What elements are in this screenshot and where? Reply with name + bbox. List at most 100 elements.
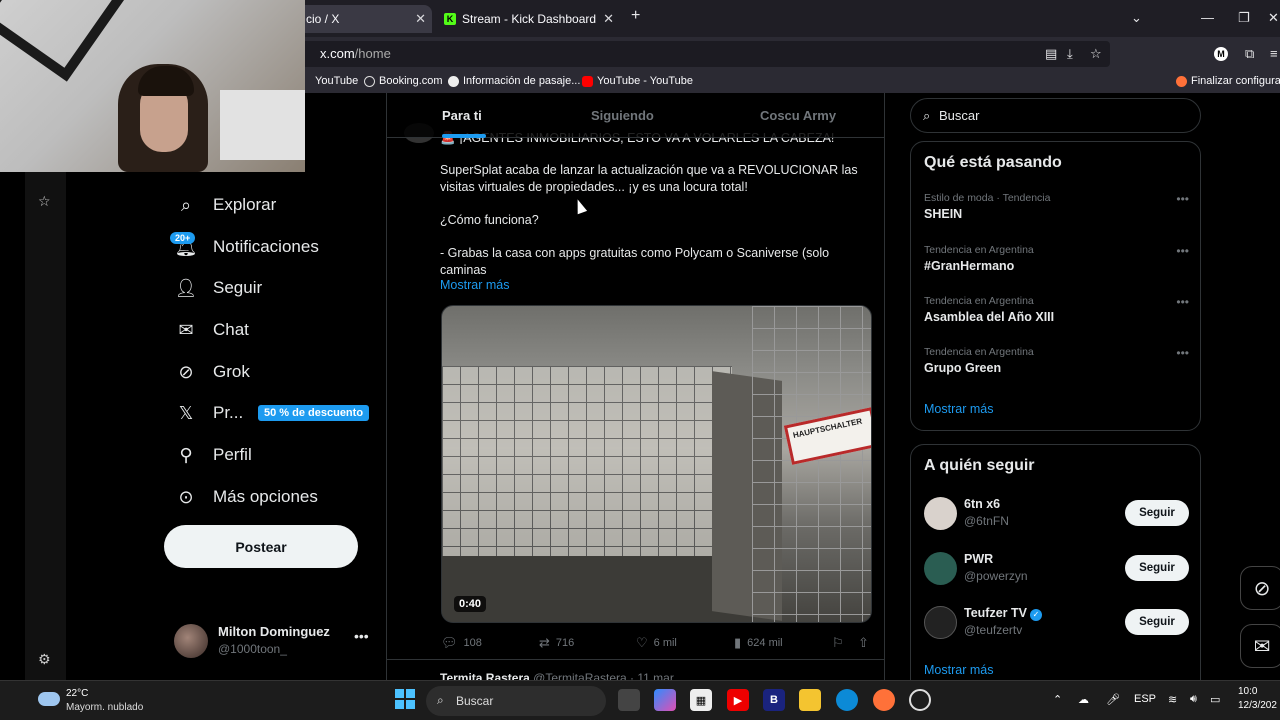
taskbar-clock[interactable]: 10:0 12/3/202 bbox=[1238, 685, 1277, 713]
tab-label: Stream - Kick Dashboard bbox=[462, 12, 597, 26]
language-indicator[interactable]: ESP bbox=[1134, 693, 1156, 705]
bookmark-pasaje[interactable]: Información de pasaje... bbox=[448, 75, 580, 87]
download-icon[interactable]: ⤓ bbox=[1067, 46, 1073, 62]
bookmark-icon: ⚐ bbox=[832, 635, 844, 650]
account-switcher[interactable]: Milton Dominguez @1000toon_ ••• bbox=[174, 622, 374, 662]
close-window-icon[interactable]: ✕ bbox=[1268, 10, 1279, 26]
sidebar-item-notificaciones[interactable]: 🔔︎ Notificaciones bbox=[175, 232, 319, 262]
follow-button[interactable]: Seguir bbox=[1125, 609, 1189, 635]
youtube-icon bbox=[582, 75, 593, 87]
trend-item[interactable]: Tendencia en Argentina #GranHermano ••• bbox=[924, 244, 1189, 273]
tab-para-ti[interactable]: Para ti bbox=[442, 108, 482, 123]
trends-show-more-link[interactable]: Mostrar más bbox=[924, 402, 993, 416]
sidebar-item-premium[interactable]: 𝕏 Pr... bbox=[175, 398, 244, 428]
settings-gear-icon[interactable]: ⚙ bbox=[38, 651, 51, 668]
active-tab-indicator bbox=[442, 134, 486, 138]
discount-badge: 50 % de descuento bbox=[258, 405, 370, 421]
more-dots-icon[interactable]: ••• bbox=[1176, 192, 1189, 206]
messages-float-icon[interactable]: ✉ bbox=[1240, 624, 1280, 668]
who-to-follow-panel: A quién seguir 6tn x6 @6tnFN Seguir PWR … bbox=[910, 444, 1201, 694]
trend-item[interactable]: Tendencia en Argentina Asamblea del Año … bbox=[924, 295, 1189, 324]
tray-chevron-icon[interactable]: ⌃ bbox=[1053, 693, 1062, 706]
more-dots-icon[interactable]: ••• bbox=[1176, 346, 1189, 360]
address-bar[interactable]: x.com/home bbox=[300, 41, 1110, 67]
more-dots-icon[interactable]: ••• bbox=[354, 628, 369, 644]
trend-item[interactable]: Tendencia en Argentina Grupo Green ••• bbox=[924, 346, 1189, 375]
tab-x-home[interactable]: cio / X ✕ bbox=[296, 5, 432, 33]
trends-title: Qué está pasando bbox=[924, 154, 1062, 171]
more-dots-icon[interactable]: ••• bbox=[1176, 244, 1189, 258]
like-button[interactable]: ♡ 6 mil bbox=[636, 635, 677, 651]
bookmark-finalizar[interactable]: Finalizar configuració bbox=[1176, 75, 1280, 87]
new-tab-button[interactable]: + bbox=[631, 7, 640, 25]
avatar bbox=[924, 552, 957, 585]
tweet-video[interactable]: HAUPTSCHALTER 0:40 bbox=[441, 305, 872, 623]
file-explorer-icon[interactable] bbox=[799, 689, 821, 711]
tab-siguiendo[interactable]: Siguiendo bbox=[591, 108, 654, 123]
follow-suggestion[interactable]: PWR @powerzyn Seguir bbox=[924, 550, 1189, 590]
follow-button[interactable]: Seguir bbox=[1125, 500, 1189, 526]
heart-icon: ♡ bbox=[636, 635, 648, 650]
sidebar-item-chat[interactable]: ✉ Chat bbox=[175, 315, 248, 345]
weather-widget[interactable]: 22°C Mayorm. nublado bbox=[38, 686, 178, 716]
edge-icon[interactable] bbox=[836, 689, 858, 711]
sidebar-item-mas-opciones[interactable]: ⊙ Más opciones bbox=[175, 482, 317, 512]
bookmark-button[interactable]: ⚐ bbox=[832, 635, 844, 651]
next-tweet-author[interactable]: Termita Rastera @TermitaRastera · 11 mar bbox=[440, 671, 674, 680]
grok-float-icon[interactable]: ⊘ bbox=[1240, 566, 1280, 610]
follow-suggestion[interactable]: 6tn x6 @6tnFN Seguir bbox=[924, 495, 1189, 535]
kick-icon: K bbox=[444, 13, 456, 25]
trend-item[interactable]: Estilo de moda · Tendencia SHEIN ••• bbox=[924, 192, 1189, 221]
taskbar-search[interactable]: ⌕ Buscar bbox=[426, 686, 606, 716]
tab-coscu-army[interactable]: Coscu Army bbox=[760, 108, 836, 123]
microphone-icon[interactable]: 🎤︎ bbox=[1106, 693, 1120, 706]
follow-button[interactable]: Seguir bbox=[1125, 555, 1189, 581]
reader-view-icon[interactable]: ▤ bbox=[1045, 46, 1057, 62]
bookmark-youtube[interactable]: YouTube bbox=[315, 75, 358, 87]
extensions-icon[interactable]: ⧉ bbox=[1245, 46, 1254, 62]
windows-start-icon[interactable] bbox=[395, 689, 415, 709]
repost-button[interactable]: ⇄ 716 bbox=[539, 635, 574, 651]
sidebar-item-seguir[interactable]: 👤︎ Seguir bbox=[175, 273, 263, 303]
sidebar-item-grok[interactable]: ⊘ Grok bbox=[175, 357, 249, 387]
openai-icon[interactable] bbox=[909, 689, 931, 711]
volume-icon[interactable]: 🔊︎ bbox=[1190, 693, 1197, 706]
store-icon[interactable]: ▦ bbox=[690, 689, 712, 711]
copilot-icon[interactable] bbox=[654, 689, 676, 711]
more-dots-icon[interactable]: ••• bbox=[1176, 295, 1189, 309]
post-button[interactable]: Postear bbox=[164, 525, 358, 568]
follow-show-more-link[interactable]: Mostrar más bbox=[924, 663, 993, 677]
profile-handle: @1000toon_ bbox=[218, 642, 287, 656]
video-frame-wall bbox=[752, 306, 871, 622]
sidebar-item-perfil[interactable]: ⚲ Perfil bbox=[175, 440, 251, 470]
close-tab-icon[interactable]: ✕ bbox=[415, 11, 426, 27]
video-duration: 0:40 bbox=[454, 596, 487, 612]
bookmark-booking[interactable]: Booking.com bbox=[364, 75, 443, 87]
minimize-icon[interactable]: — bbox=[1201, 10, 1214, 25]
tab-list-icon[interactable]: ⌄ bbox=[1131, 10, 1142, 26]
firefox-icon[interactable] bbox=[873, 689, 895, 711]
close-tab-icon[interactable]: ✕ bbox=[603, 11, 614, 27]
star-icon[interactable]: ☆ bbox=[38, 193, 51, 210]
show-more-link[interactable]: Mostrar más bbox=[440, 278, 509, 292]
globe-icon bbox=[364, 75, 375, 87]
battery-icon[interactable]: ▭ bbox=[1210, 693, 1220, 706]
menu-icon[interactable]: ≡ bbox=[1270, 46, 1278, 61]
reply-button[interactable]: 💬︎ 108 bbox=[441, 635, 482, 651]
onedrive-icon[interactable]: ☁ bbox=[1078, 693, 1089, 706]
views-button[interactable]: ▮ 624 mil bbox=[734, 635, 783, 651]
bookmark-youtube-2[interactable]: YouTube - YouTube bbox=[582, 75, 693, 87]
wifi-icon[interactable]: ≋ bbox=[1168, 693, 1177, 706]
b-app-icon[interactable]: B bbox=[763, 689, 785, 711]
share-button[interactable]: ⇧ bbox=[858, 635, 869, 651]
account-avatar[interactable]: M bbox=[1214, 47, 1228, 61]
task-view-icon[interactable] bbox=[618, 689, 640, 711]
tweet-paragraph: - Grabas la casa con apps gratuitas como… bbox=[440, 246, 830, 277]
follow-suggestion[interactable]: Teufzer TV ✓ @teufzertv Seguir bbox=[924, 604, 1189, 644]
youtube-icon[interactable]: ▶ bbox=[727, 689, 749, 711]
bookmark-star-icon[interactable]: ☆ bbox=[1090, 46, 1102, 62]
search-input[interactable]: ⌕ Buscar bbox=[910, 98, 1201, 133]
tab-kick-dashboard[interactable]: K Stream - Kick Dashboard ✕ bbox=[436, 5, 620, 33]
maximize-icon[interactable]: ❐ bbox=[1238, 10, 1250, 26]
sidebar-item-explorar[interactable]: ⌕ Explorar bbox=[175, 190, 276, 220]
